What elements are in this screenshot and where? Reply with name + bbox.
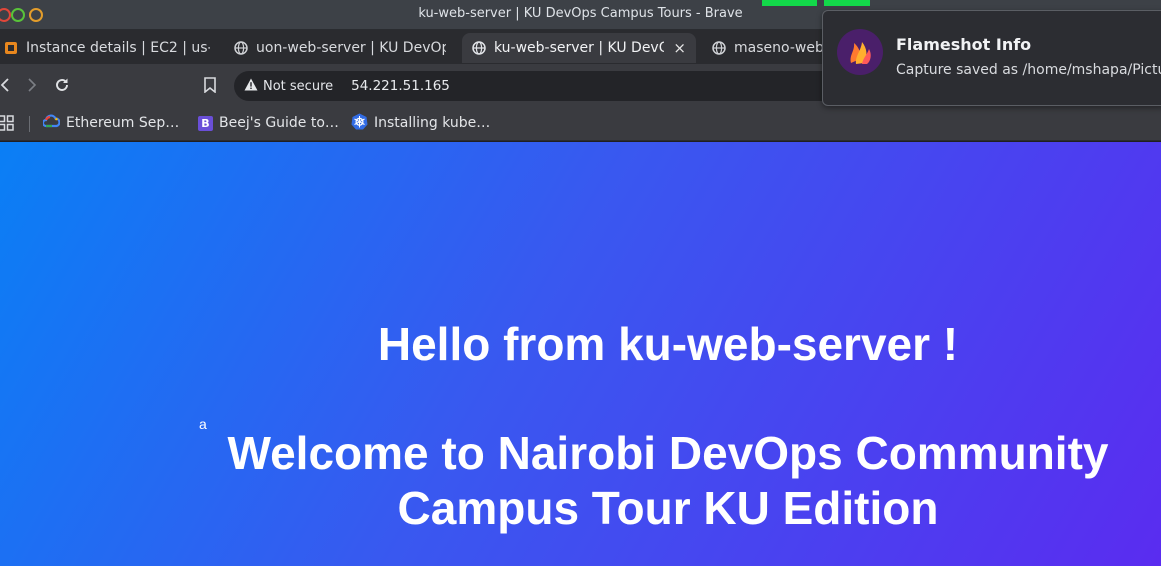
back-icon[interactable] (0, 74, 16, 96)
globe-icon (472, 41, 486, 55)
bookmark-label: Installing kube… (374, 115, 491, 131)
bookmarks-separator (29, 116, 30, 132)
bookmark-kubernetes[interactable]: Installing kube… (351, 113, 490, 133)
panel-graph (762, 0, 817, 6)
tab-maseno-web-server[interactable]: maseno-web-s (702, 33, 832, 63)
bookmark-label: Ethereum Sep… (66, 115, 180, 131)
welcome-heading: Welcome to Nairobi DevOps Community Camp… (227, 427, 1109, 534)
tab-label: ku-web-server | KU DevO (494, 40, 664, 56)
tab-uon-web-server[interactable]: uon-web-server | KU DevOp (224, 33, 456, 63)
address-bar[interactable]: Not secure 54.221.51.165 (234, 71, 884, 101)
bookmark-label: Beej's Guide to… (219, 115, 339, 131)
tab-label: Instance details | EC2 | us-ea (26, 40, 210, 56)
globe-icon (234, 41, 248, 55)
notification-title: Flameshot Info (896, 35, 1032, 54)
aws-icon (4, 41, 18, 55)
tab-instance-details[interactable]: Instance details | EC2 | us-ea (0, 33, 220, 63)
notification-body: Capture saved as /home/mshapa/Pictures (896, 62, 1161, 78)
tab-label: maseno-web-s (734, 40, 822, 56)
tab-ku-web-server[interactable]: ku-web-server | KU DevO × (462, 33, 696, 63)
security-label: Not secure (263, 78, 334, 94)
page-heading: Hello from ku-web-server ! (377, 318, 959, 370)
flameshot-notification[interactable]: Flameshot Info Capture saved as /home/ms… (822, 10, 1161, 106)
globe-icon (712, 41, 726, 55)
bookmark-icon[interactable] (199, 74, 221, 96)
reload-icon[interactable] (51, 74, 73, 96)
bookmark-ethereum[interactable]: Ethereum Sep… (41, 113, 180, 133)
screenshot-root: ku-web-server | KU DevOps Campus Tours -… (0, 0, 1161, 566)
bookmark-beej[interactable]: B Beej's Guide to… (198, 113, 339, 133)
tab-label: uon-web-server | KU DevOp (256, 40, 446, 56)
warning-icon (244, 78, 258, 95)
panel-graph (824, 0, 870, 6)
security-indicator[interactable]: Not secure (244, 78, 333, 95)
kubernetes-icon (351, 113, 368, 134)
url-text[interactable]: 54.221.51.165 (351, 78, 450, 94)
tab-close-button[interactable]: × (673, 39, 686, 57)
beej-icon: B (198, 115, 213, 131)
google-cloud-icon (41, 114, 61, 132)
apps-icon[interactable] (0, 113, 14, 133)
bookmarks-bar: Ethereum Sep… B Beej's Guide to… Install… (0, 106, 1161, 141)
flameshot-icon (837, 29, 883, 75)
page-viewport: Hello from ku-web-server ! a Welcome to … (0, 142, 1161, 566)
forward-icon[interactable] (21, 74, 43, 96)
